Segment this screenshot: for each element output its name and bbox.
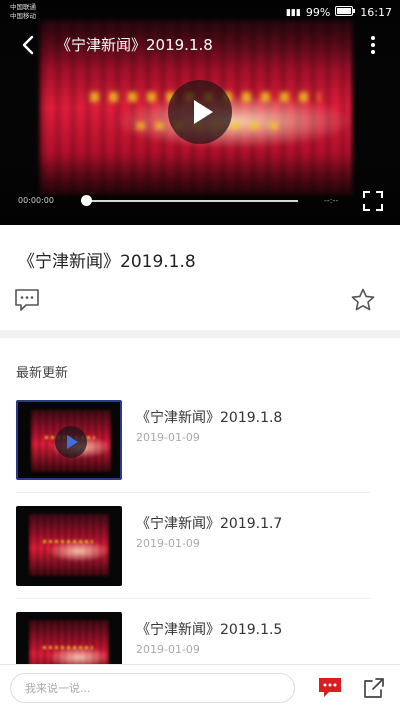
section-divider [0, 330, 400, 338]
play-icon [67, 435, 78, 449]
play-button[interactable] [168, 80, 232, 144]
favorite-button[interactable] [350, 287, 376, 313]
latest-updates-heading: 最新更新 [16, 366, 69, 381]
progress-handle[interactable] [80, 195, 92, 206]
status-bar: 中国联通 中国移动 ▮▮▮ 99% 16:17 [0, 0, 400, 26]
current-time: 00:00:00 [18, 196, 54, 205]
video-player[interactable]: 中国联通 中国移动 ▮▮▮ 99% 16:17 《宁津新闻》2019.1.8 0… [0, 0, 400, 225]
video-thumbnail[interactable] [16, 506, 122, 586]
item-date: 2019-01-09 [136, 537, 200, 550]
signal-icon: ▮▮▮ [285, 7, 301, 18]
play-icon [194, 100, 213, 124]
video-detail-page: 中国联通 中国移动 ▮▮▮ 99% 16:17 《宁津新闻》2019.1.8 0… [0, 0, 400, 711]
share-button[interactable] [362, 676, 386, 700]
star-icon [351, 288, 375, 311]
carrier-1: 中国联通 [10, 3, 36, 11]
more-options-button[interactable] [362, 32, 384, 58]
battery-icon [335, 6, 356, 19]
comment-input[interactable] [10, 673, 295, 703]
battery-level: 99% [305, 6, 331, 19]
list-item[interactable]: 《宁津新闻》2019.1.8 2019-01-09 [0, 400, 400, 506]
fullscreen-button[interactable] [362, 190, 384, 212]
video-thumbnail[interactable] [16, 400, 122, 480]
play-badge [55, 426, 87, 458]
progress-bar[interactable] [86, 200, 298, 202]
comment-button[interactable] [14, 288, 40, 312]
clock: 16:17 [360, 6, 392, 19]
carrier-2: 中国移动 [10, 12, 36, 20]
more-vertical-icon [371, 36, 375, 54]
chevron-left-icon [22, 35, 34, 55]
item-date: 2019-01-09 [136, 431, 200, 444]
share-icon [364, 678, 384, 698]
item-date: 2019-01-09 [136, 643, 200, 656]
video-title: 《宁津新闻》2019.1.8 [56, 36, 213, 54]
comments-list-button[interactable] [318, 677, 342, 699]
item-title: 《宁津新闻》2019.1.8 [136, 410, 283, 426]
comment-icon [15, 289, 39, 311]
item-title: 《宁津新闻》2019.1.7 [136, 516, 283, 532]
total-time: --:-- [324, 196, 339, 205]
back-button[interactable] [16, 32, 42, 58]
content-title: 《宁津新闻》2019.1.8 [18, 252, 196, 272]
fullscreen-icon [363, 191, 383, 211]
carrier-labels: 中国联通 中国移动 [10, 3, 36, 21]
list-item[interactable]: 《宁津新闻》2019.1.7 2019-01-09 [0, 506, 400, 612]
bottom-bar [0, 664, 400, 711]
message-icon [319, 678, 341, 697]
item-title: 《宁津新闻》2019.1.5 [136, 622, 283, 638]
